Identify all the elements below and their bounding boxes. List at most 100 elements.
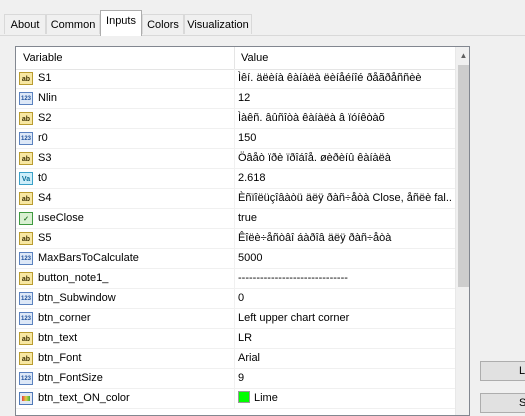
- table-row[interactable]: Va t0 2.618: [16, 169, 456, 189]
- variable-name: t0: [38, 172, 48, 184]
- variable-name: S5: [38, 232, 52, 244]
- column-divider: [234, 369, 235, 388]
- variable-name: useClose: [38, 212, 84, 224]
- variable-name: btn_Font: [38, 352, 82, 364]
- variable-name: S2: [38, 112, 52, 124]
- column-divider: [234, 389, 235, 408]
- column-divider: [234, 289, 235, 308]
- table-row[interactable]: ab button_note1_ -------------------------…: [16, 269, 456, 289]
- column-divider: [234, 209, 235, 228]
- integer-icon: 123: [19, 372, 33, 385]
- variable-value[interactable]: 9: [238, 369, 452, 388]
- column-divider: [234, 189, 235, 208]
- column-divider: [234, 229, 235, 248]
- column-divider: [234, 89, 235, 108]
- color-icon: [19, 392, 33, 405]
- variable-value[interactable]: Arial: [238, 349, 452, 368]
- column-divider: [234, 69, 235, 88]
- integer-icon: 123: [19, 132, 33, 145]
- tab-colors[interactable]: Colors: [142, 14, 184, 34]
- integer-icon: 123: [19, 92, 33, 105]
- variable-value[interactable]: ------------------------------: [238, 269, 452, 288]
- table-row[interactable]: ab btn_text LR: [16, 329, 456, 349]
- column-divider: [234, 149, 235, 168]
- table-row[interactable]: 123 MaxBarsToCalculate 5000: [16, 249, 456, 269]
- variable-value[interactable]: Ìêí. äëèíà êàíàëà ëèíåéíîé ðåãðåññèè: [238, 69, 452, 88]
- variable-value[interactable]: 0: [238, 289, 452, 308]
- tab-inputs[interactable]: Inputs: [100, 10, 142, 36]
- variable-value[interactable]: LR: [238, 329, 452, 348]
- string-icon: ab: [19, 112, 33, 125]
- variable-name: MaxBarsToCalculate: [38, 252, 139, 264]
- variable-value[interactable]: 5000: [238, 249, 452, 268]
- table-row[interactable]: ab btn_Font Arial: [16, 349, 456, 369]
- variable-value[interactable]: Êîëè÷åñòâî áàðîâ äëÿ ðàñ÷åòà: [238, 229, 452, 248]
- table-row[interactable]: ab S2 Ìàêñ. âûñîòà êàíàëà â ïóíêòàõ: [16, 109, 456, 129]
- variable-value[interactable]: 12: [238, 89, 452, 108]
- column-divider: [234, 169, 235, 188]
- table-row[interactable]: 123 btn_FontSize 9: [16, 369, 456, 389]
- string-icon: ab: [19, 192, 33, 205]
- scroll-thumb[interactable]: [458, 65, 469, 287]
- tab-visualization[interactable]: Visualization: [184, 14, 252, 34]
- integer-icon: 123: [19, 312, 33, 325]
- tab-about[interactable]: About: [4, 14, 46, 34]
- column-divider: [234, 269, 235, 288]
- table-row[interactable]: btn_text_ON_color Lime: [16, 389, 456, 409]
- column-divider: [234, 309, 235, 328]
- table-row[interactable]: 123 btn_corner Left upper chart corner: [16, 309, 456, 329]
- scroll-up-arrow-icon[interactable]: ▲: [456, 47, 469, 64]
- variable-column-header[interactable]: Variable: [23, 47, 63, 69]
- variable-name: Nlin: [38, 92, 57, 104]
- string-icon: ab: [19, 352, 33, 365]
- variable-name: button_note1_: [38, 272, 109, 284]
- table-row[interactable]: ✓ useClose true: [16, 209, 456, 229]
- string-icon: ab: [19, 232, 33, 245]
- string-icon: ab: [19, 332, 33, 345]
- variable-value[interactable]: Èñïîëüçîâàòü äëÿ ðàñ÷åòà Close, åñëè fal…: [238, 189, 452, 208]
- table-row[interactable]: ab S1 Ìêí. äëèíà êàíàëà ëèíåéíîé ðåãðåññèè: [16, 69, 456, 89]
- variable-name: btn_text_ON_color: [38, 392, 130, 404]
- variable-value[interactable]: Öâåò ïðè ïðîáîå. øèðèíû êàíàëà: [238, 149, 452, 168]
- string-icon: ab: [19, 272, 33, 285]
- column-divider[interactable]: [234, 47, 235, 69]
- variable-value[interactable]: 150: [238, 129, 452, 148]
- variable-name: S4: [38, 192, 52, 204]
- tab-common[interactable]: Common: [46, 14, 100, 34]
- variable-value[interactable]: Left upper chart corner: [238, 309, 452, 328]
- side-button-save[interactable]: S: [480, 393, 525, 413]
- color-swatch[interactable]: [238, 391, 250, 403]
- variable-name: btn_FontSize: [38, 372, 103, 384]
- variable-value[interactable]: Ìàêñ. âûñîòà êàíàëà â ïóíêòàõ: [238, 109, 452, 128]
- variable-name: S1: [38, 72, 52, 84]
- variable-name: r0: [38, 132, 48, 144]
- vertical-scrollbar[interactable]: ▲: [455, 47, 469, 415]
- grid-rows: ab S1 Ìêí. äëèíà êàíàëà ëèíåéíîé ðåãðåññèè…: [16, 69, 456, 409]
- variable-name: S3: [38, 152, 52, 164]
- variable-value[interactable]: true: [238, 209, 452, 228]
- variable-name: btn_corner: [38, 312, 91, 324]
- column-divider: [234, 109, 235, 128]
- table-row[interactable]: 123 btn_Subwindow 0: [16, 289, 456, 309]
- column-divider: [234, 329, 235, 348]
- integer-icon: 123: [19, 252, 33, 265]
- table-row[interactable]: 123 r0 150: [16, 129, 456, 149]
- variable-value[interactable]: 2.618: [238, 169, 452, 188]
- integer-icon: 123: [19, 292, 33, 305]
- column-divider: [234, 349, 235, 368]
- tab-strip: About Common Inputs Colors Visualization: [0, 0, 525, 36]
- value-column-header[interactable]: Value: [241, 47, 268, 69]
- color-name: Lime: [254, 392, 278, 404]
- variable-value[interactable]: Lime: [238, 389, 452, 408]
- side-button-load[interactable]: L: [480, 361, 525, 381]
- table-row[interactable]: ab S4 Èñïîëüçîâàòü äëÿ ðàñ÷åòà Close, åñëè…: [16, 189, 456, 209]
- variable-name: btn_Subwindow: [38, 292, 116, 304]
- inputs-grid: Variable Value ab S1 Ìêí. äëèíà êàíàëà ëèí…: [15, 46, 470, 416]
- table-row[interactable]: ab S3 Öâåò ïðè ïðîáîå. øèðèíû êàíàëà: [16, 149, 456, 169]
- string-icon: ab: [19, 152, 33, 165]
- column-divider: [234, 249, 235, 268]
- tab-strip-divider: [0, 35, 525, 36]
- table-row[interactable]: 123 Nlin 12: [16, 89, 456, 109]
- double-icon: Va: [19, 172, 33, 185]
- table-row[interactable]: ab S5 Êîëè÷åñòâî áàðîâ äëÿ ðàñ÷åòà: [16, 229, 456, 249]
